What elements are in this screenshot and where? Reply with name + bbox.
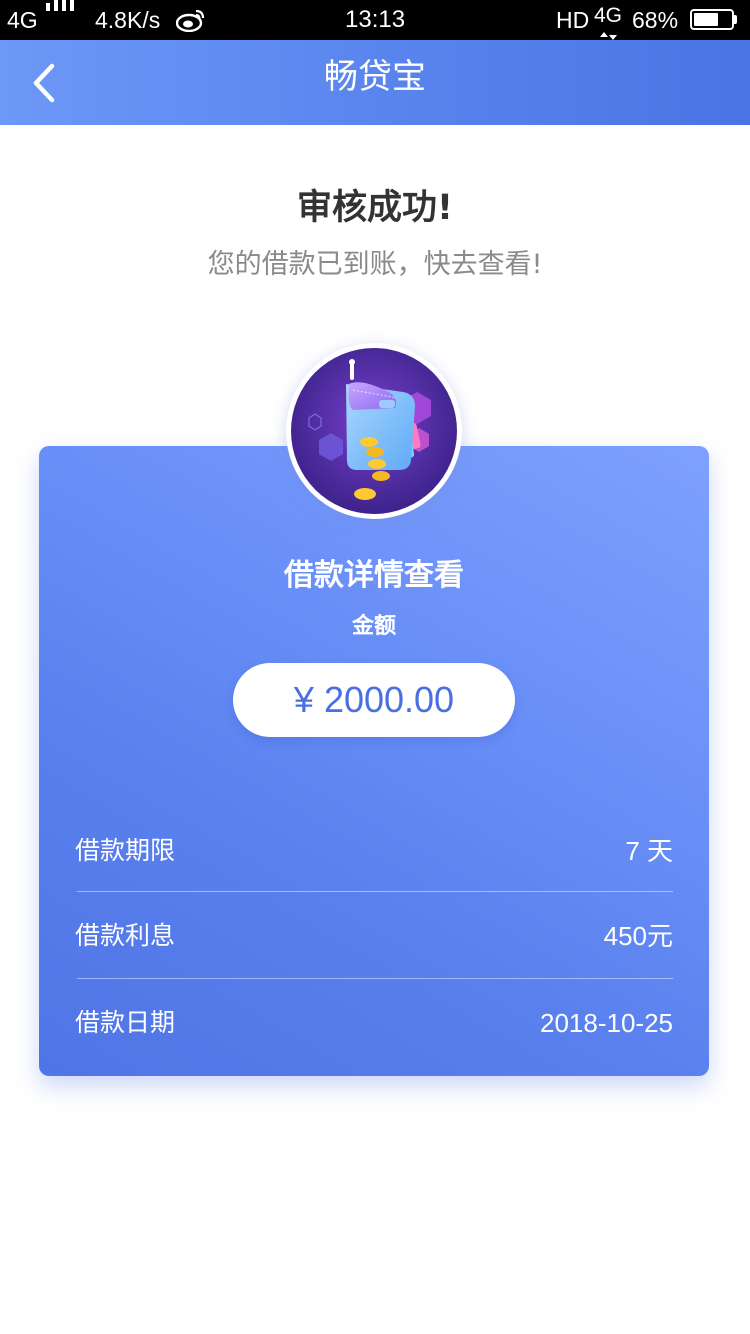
divider	[77, 978, 673, 979]
network-speed: 4.8K/s	[95, 7, 161, 33]
chevron-left-icon	[33, 63, 55, 103]
detail-label: 借款利息	[75, 921, 176, 950]
network-type-right: 4G	[594, 4, 623, 27]
clock: 13:13	[345, 6, 406, 33]
weibo-icon	[175, 8, 206, 37]
status-bar: 4G 4.8K/s 13:13 HD 4G 68%	[0, 0, 750, 40]
detail-row-term: 借款期限 7 天	[75, 831, 673, 871]
detail-value: 7 天	[625, 836, 673, 866]
result-subtitle: 您的借款已到账，快去查看!	[207, 249, 543, 280]
detail-row-interest: 借款利息 450元	[75, 916, 673, 956]
detail-label: 借款期限	[75, 836, 176, 865]
page-title: 畅贷宝	[324, 57, 426, 97]
hd-indicator: HD	[556, 7, 590, 33]
network-type: 4G	[7, 7, 38, 33]
amount-label: 金额	[351, 614, 396, 639]
result-title: 审核成功!	[297, 188, 453, 228]
detail-value: 450元	[603, 921, 673, 951]
battery-icon	[690, 9, 738, 30]
battery-percent: 68%	[632, 7, 679, 33]
detail-row-date: 借款日期 2018-10-25	[75, 1003, 673, 1043]
wallet-badge	[286, 343, 462, 519]
nav-bar: 畅贷宝	[0, 40, 750, 125]
amount-value: ¥ 2000.00	[233, 663, 515, 737]
detail-label: 借款日期	[75, 1008, 176, 1037]
app-screen: 4G 4.8K/s 13:13 HD 4G 68% 畅贷宝 审核成功! 您的借款…	[0, 0, 750, 1334]
card-title: 借款详情查看	[284, 558, 464, 593]
detail-value: 2018-10-25	[540, 1008, 673, 1038]
wallet-illustration-icon	[291, 348, 457, 514]
divider	[77, 891, 673, 892]
back-button[interactable]	[18, 50, 78, 114]
loan-detail-card[interactable]: 借款详情查看 金额 ¥ 2000.00 借款期限 7 天 借款利息 450元 借…	[39, 446, 709, 1076]
